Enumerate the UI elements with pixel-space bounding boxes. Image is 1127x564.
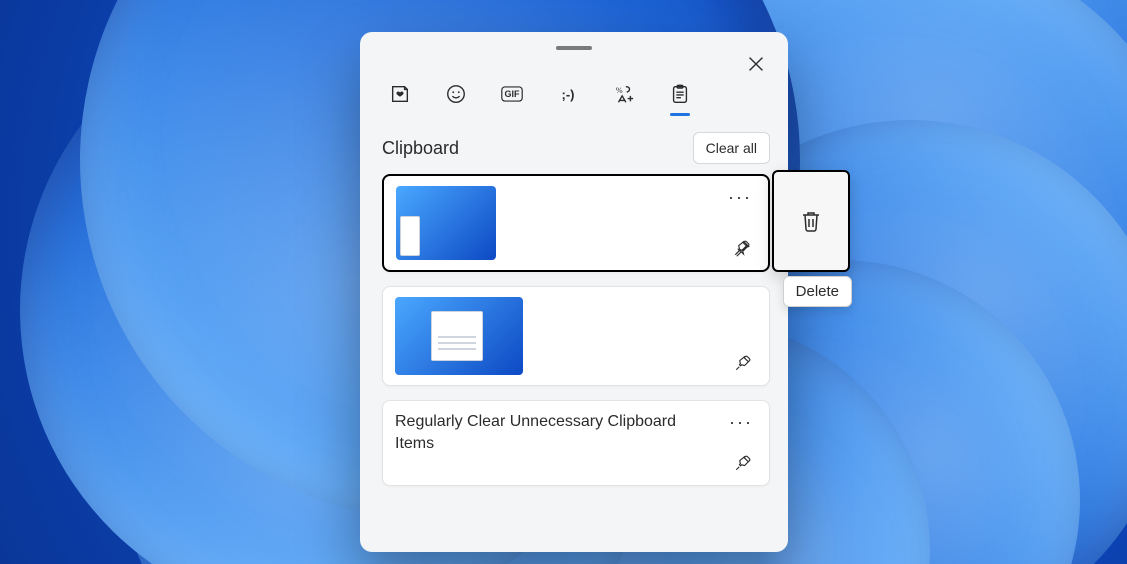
trash-icon [799,209,823,233]
pin-icon [734,354,752,372]
tab-emoji[interactable] [442,80,470,108]
emoji-clipboard-panel: GIF ;-) % [360,32,788,552]
close-button[interactable] [742,50,770,78]
thumbnail-detail [400,216,420,256]
clipboard-icon [669,83,691,105]
delete-action-button[interactable] [772,170,850,272]
clipboard-item[interactable] [382,286,770,386]
ellipsis-icon: ··· [729,412,753,433]
category-tabs: GIF ;-) % [360,50,788,118]
gif-label: GIF [505,89,520,99]
ellipsis-icon: ··· [728,187,752,208]
clipboard-image-thumbnail [396,186,496,260]
clear-all-button[interactable]: Clear all [693,132,770,164]
delete-tooltip: Delete [783,276,852,307]
clipboard-item[interactable]: ··· Delete [382,174,770,272]
tab-symbols[interactable]: % [610,80,638,108]
section-title: Clipboard [382,138,459,159]
clipboard-section: Clipboard Clear all ··· [360,118,788,552]
tab-kaomoji[interactable]: ;-) [554,80,582,108]
tab-recent-stickers[interactable] [386,80,414,108]
item-pin-button[interactable] [731,451,755,475]
clipboard-text-content: Regularly Clear Unnecessary Clipboard It… [395,411,755,454]
tab-clipboard[interactable] [666,80,694,108]
clipboard-item[interactable]: Regularly Clear Unnecessary Clipboard It… [382,400,770,486]
clipboard-image-thumbnail [395,297,523,375]
item-more-button[interactable]: ··· [726,186,754,208]
kaomoji-label: ;-) [562,87,575,102]
emoji-smile-icon [445,83,467,105]
desktop-background: GIF ;-) % [0,0,1127,564]
clipboard-items: ··· Delete [382,174,770,486]
sticker-heart-icon [389,83,411,105]
delete-tooltip-label: Delete [796,283,839,300]
item-pin-button[interactable] [731,351,755,375]
symbols-icon: % [613,83,635,105]
item-pin-button[interactable] [730,236,754,260]
pin-icon [734,454,752,472]
svg-text:%: % [616,86,623,95]
close-icon [745,53,767,75]
item-more-button[interactable]: ··· [727,411,755,433]
tab-gif[interactable]: GIF [498,80,526,108]
thumbnail-detail [431,311,483,361]
pin-icon [733,239,751,257]
clear-all-label: Clear all [706,140,757,156]
